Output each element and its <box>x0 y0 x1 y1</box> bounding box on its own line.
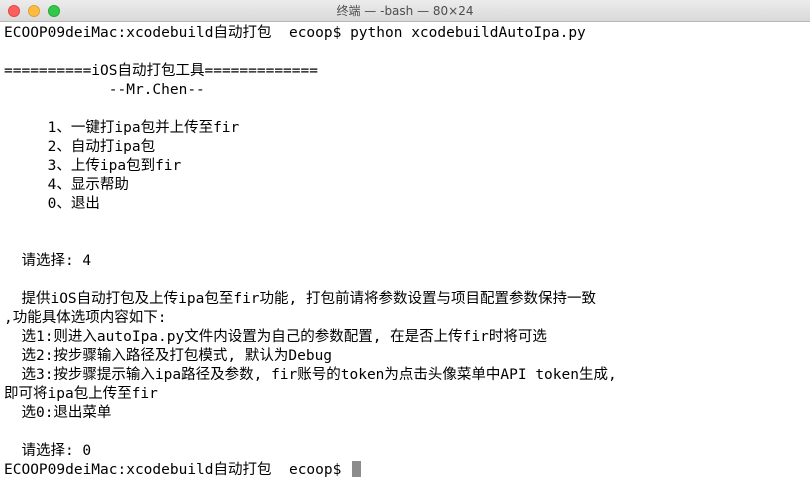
terminal-line: 请选择: 0 <box>4 443 92 459</box>
terminal-line: ECOOP09deiMac:xcodebuild自动打包 ecoop$ pyth… <box>4 25 586 41</box>
terminal-line: ==========iOS自动打包工具============= <box>4 63 318 79</box>
window-title: 终端 — -bash — 80×24 <box>336 4 474 18</box>
prompt-text: ECOOP09deiMac:xcodebuild自动打包 ecoop$ <box>4 462 351 478</box>
title-bar[interactable]: 终端 — -bash — 80×24 <box>0 0 810 22</box>
terminal-line: ,功能具体选项内容如下: <box>4 310 167 326</box>
terminal-line: --Mr.Chen-- <box>4 82 205 98</box>
terminal-line: 选2:按步骤输入路径及打包模式, 默认为Debug <box>4 348 333 364</box>
terminal-line: 选0:退出菜单 <box>4 405 112 421</box>
terminal-window: 终端 — -bash — 80×24 ECOOP09deiMac:xcodebu… <box>0 0 810 485</box>
terminal-line: 0、退出 <box>4 196 100 212</box>
terminal-line: 4、显示帮助 <box>4 177 129 193</box>
terminal-line: 1、一键打ipa包并上传至fir <box>4 120 240 136</box>
terminal-line: 3、上传ipa包到fir <box>4 158 182 174</box>
terminal-line: 提供iOS自动打包及上传ipa包至fir功能, 打包前请将参数设置与项目配置参数… <box>4 291 596 307</box>
terminal-content[interactable]: ECOOP09deiMac:xcodebuild自动打包 ecoop$ pyth… <box>0 22 810 485</box>
terminal-line: 请选择: 4 <box>4 253 92 269</box>
text-cursor <box>352 461 362 477</box>
terminal-line: 即可将ipa包上传至fir <box>4 386 158 402</box>
terminal-line: 选1:则进入autoIpa.py文件内设置为自己的参数配置, 在是否上传fir时… <box>4 329 547 345</box>
terminal-line: 2、自动打ipa包 <box>4 139 156 155</box>
prompt-line[interactable]: ECOOP09deiMac:xcodebuild自动打包 ecoop$ <box>4 461 362 480</box>
terminal-line: 选3:按步骤提示输入ipa路径及参数, fir账号的token为点击头像菜单中A… <box>4 367 617 383</box>
